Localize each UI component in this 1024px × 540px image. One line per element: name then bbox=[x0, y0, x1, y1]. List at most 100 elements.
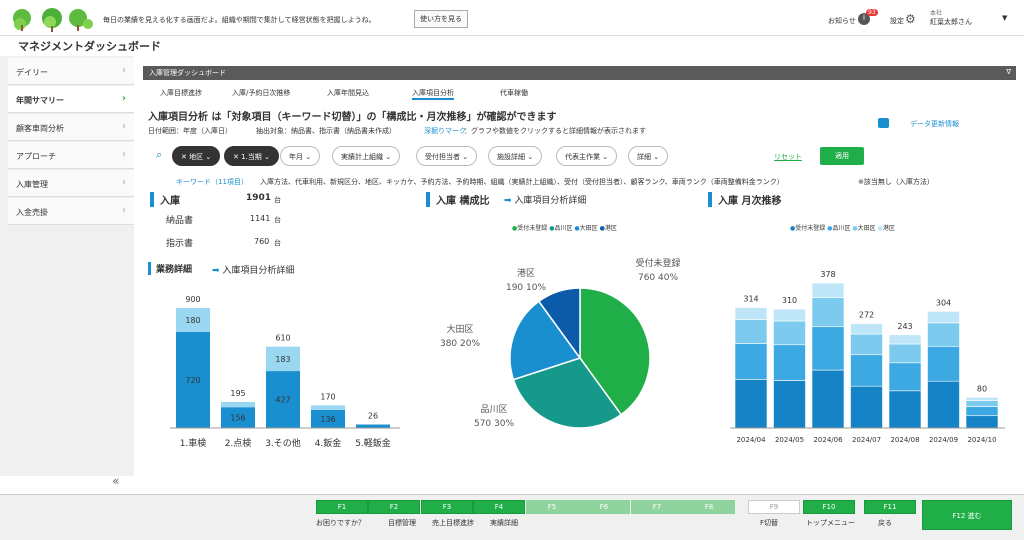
function-key-f6[interactable]: F6 bbox=[578, 500, 630, 514]
close-icon[interactable]: ✕ bbox=[233, 153, 241, 161]
function-key-f2[interactable]: F2 bbox=[368, 500, 420, 514]
summary-total[interactable]: 1901 bbox=[246, 193, 271, 203]
reset-link[interactable]: リセット bbox=[774, 152, 802, 162]
tab-annual-forecast[interactable]: 入庫年間見込 bbox=[327, 88, 369, 98]
user-menu-caret-icon[interactable]: ▼ bbox=[1002, 14, 1007, 22]
category-label: 2.点検 bbox=[225, 437, 252, 449]
sidebar-item-annual-summary[interactable]: 年間サマリー › bbox=[8, 86, 134, 113]
chevron-right-icon: › bbox=[122, 205, 126, 216]
tab-intake-progress[interactable]: 入庫目標進捗 bbox=[160, 88, 202, 98]
category-label: 3.その他 bbox=[265, 437, 301, 449]
collapse-sidebar-icon[interactable]: « bbox=[112, 474, 119, 488]
monthly-legend: ●受付未登録 ●品川区 ●大田区 ●港区 bbox=[790, 223, 895, 232]
summary-row-value[interactable]: 1141 bbox=[250, 214, 270, 223]
legend-label: 受付未登録 bbox=[517, 225, 548, 232]
bar-segment bbox=[965, 400, 999, 407]
sidebar-item-daily[interactable]: デイリー › bbox=[8, 58, 134, 85]
filter-label: 実績計上組織 bbox=[341, 153, 383, 161]
filter-chip-work[interactable]: 代表主作業 ⌄ bbox=[556, 146, 618, 166]
bar-segment bbox=[356, 424, 390, 428]
user-name[interactable]: 紅葉太郎さん bbox=[930, 17, 972, 27]
work-detail-bar-chart[interactable]: 720 180 900 1.車検 156 195 2.点検 427 183 610 3.その他 136… bbox=[150, 290, 410, 460]
data-label: 180 bbox=[185, 316, 200, 325]
summary-row-value[interactable]: 760 bbox=[254, 237, 269, 246]
total-label: 195 bbox=[230, 389, 245, 398]
total-label: 243 bbox=[897, 322, 912, 331]
apply-button[interactable]: 適用 bbox=[820, 147, 864, 165]
bar-segment bbox=[811, 282, 845, 298]
sidebar-item-payment[interactable]: 入金売掛 › bbox=[8, 198, 134, 225]
sidebar-item-intake[interactable]: 入庫管理 › bbox=[8, 170, 134, 197]
sidebar: デイリー › 年間サマリー › 顧客車両分析 › アプローチ › 入庫管理 › 入金売掛 ›… bbox=[0, 56, 134, 488]
slice-value-label: 570 30% bbox=[474, 419, 514, 429]
function-key-label: トップメニュー bbox=[806, 519, 855, 527]
filter-chip-detail[interactable]: 詳細 ⌄ bbox=[628, 146, 669, 166]
panel-collapse-icon[interactable]: ∇ bbox=[1006, 68, 1011, 76]
composition-pie-chart[interactable]: 受付未登録 760 40% 品川区 570 30% 大田区 380 20% 港区 190 10… bbox=[430, 240, 690, 440]
function-key-f10[interactable]: F10 bbox=[803, 500, 855, 514]
total-label: 170 bbox=[320, 392, 335, 401]
bar-segment bbox=[850, 354, 883, 387]
extract-target: 抽出対象：納品書、指示書（納品書未作成） bbox=[256, 127, 396, 135]
function-key-label: お困りですか？ bbox=[316, 519, 365, 527]
bar-segment bbox=[927, 311, 960, 324]
filter-chip-area[interactable]: ✕ 地区 ⌄ bbox=[172, 146, 221, 166]
pie-title: 入庫 構成比 bbox=[426, 192, 489, 207]
function-key-f12[interactable]: F12 進む bbox=[922, 500, 1012, 530]
bar-segment bbox=[734, 307, 768, 320]
filter-chip-month[interactable]: 年月 ⌄ bbox=[280, 146, 321, 166]
function-key-f8[interactable]: F8 bbox=[683, 500, 735, 514]
bar-segment bbox=[927, 322, 960, 347]
mascot-logo bbox=[13, 8, 93, 32]
bar-segment bbox=[850, 323, 883, 335]
bar-segment bbox=[811, 326, 845, 371]
summary-row-label: 納品書 bbox=[166, 216, 194, 226]
function-key-f1[interactable]: F1 bbox=[316, 500, 368, 514]
monthly-stacked-bar-chart[interactable]: 314 2024/04 310 2024/05 378 2024/06 272 2024/07… bbox=[720, 260, 1010, 450]
filter-chip-org[interactable]: 実績計上組織 ⌄ bbox=[332, 146, 401, 166]
close-icon[interactable]: ✕ bbox=[181, 153, 189, 161]
gear-icon[interactable]: ⚙ bbox=[905, 12, 916, 26]
filter-chip-period[interactable]: ✕ 1.当期 ⌄ bbox=[224, 146, 279, 166]
function-key-f3[interactable]: F3 bbox=[421, 500, 473, 514]
settings-label[interactable]: 設定 bbox=[890, 16, 904, 26]
category-label: 2024/10 bbox=[967, 436, 996, 444]
sidebar-item-label: デイリー bbox=[16, 68, 48, 77]
function-key-f11[interactable]: F11 bbox=[864, 500, 916, 514]
bar-segment bbox=[927, 380, 960, 429]
data-update-link[interactable]: データ更新情報 bbox=[910, 119, 959, 129]
chevron-right-icon: › bbox=[122, 65, 126, 76]
chevron-right-icon: › bbox=[122, 149, 126, 160]
notice-label[interactable]: お知らせ bbox=[828, 16, 856, 26]
topbar-message: 毎日の業績を見える化する画面だよ。組織や期間で集計して経営状態を把握しようね。 bbox=[103, 16, 376, 24]
tab-daily-trend[interactable]: 入庫/予約日次推移 bbox=[232, 88, 290, 98]
panel-header: 入庫管理ダッシュボード ∇ bbox=[143, 66, 1016, 80]
detail-link[interactable]: ➡ 入庫項目分析詳細 bbox=[212, 263, 294, 276]
sidebar-item-customer-vehicle[interactable]: 顧客車両分析 › bbox=[8, 114, 134, 141]
tab-item-analysis[interactable]: 入庫項目分析 bbox=[412, 88, 454, 100]
sidebar-item-approach[interactable]: アプローチ › bbox=[8, 142, 134, 169]
legend-label: 港区 bbox=[604, 225, 617, 232]
bar-segment bbox=[850, 385, 883, 429]
filter-chip-facility[interactable]: 施設詳細 ⌄ bbox=[488, 146, 543, 166]
data-label: 427 bbox=[275, 396, 290, 405]
function-key-f7[interactable]: F7 bbox=[631, 500, 683, 514]
bar-segment bbox=[773, 380, 806, 429]
function-key-label: 目標管理 bbox=[388, 519, 416, 527]
howto-button[interactable]: 使い方を見る bbox=[414, 10, 468, 28]
filter-chip-staff[interactable]: 受付担当者 ⌄ bbox=[416, 146, 478, 166]
bar-segment bbox=[311, 405, 345, 410]
function-key-f5[interactable]: F5 bbox=[526, 500, 578, 514]
refresh-icon[interactable] bbox=[878, 118, 889, 128]
filter-label: 施設詳細 bbox=[497, 153, 525, 161]
function-key-f9[interactable]: F9 bbox=[748, 500, 800, 514]
arrow-right-icon: ➡ bbox=[212, 266, 220, 276]
function-key-f4[interactable]: F4 bbox=[473, 500, 525, 514]
summary-row-label: 指示書 bbox=[166, 239, 194, 249]
legend-label: 品川区 bbox=[832, 225, 851, 232]
keyword-label[interactable]: キーワード（11項目） bbox=[176, 177, 248, 187]
function-key-label: 売上目標進捗 bbox=[432, 519, 474, 527]
bar-segment bbox=[850, 333, 883, 356]
pie-detail-link[interactable]: ➡ 入庫項目分析詳細 bbox=[504, 193, 586, 206]
tab-loaner[interactable]: 代車稼働 bbox=[500, 88, 528, 98]
